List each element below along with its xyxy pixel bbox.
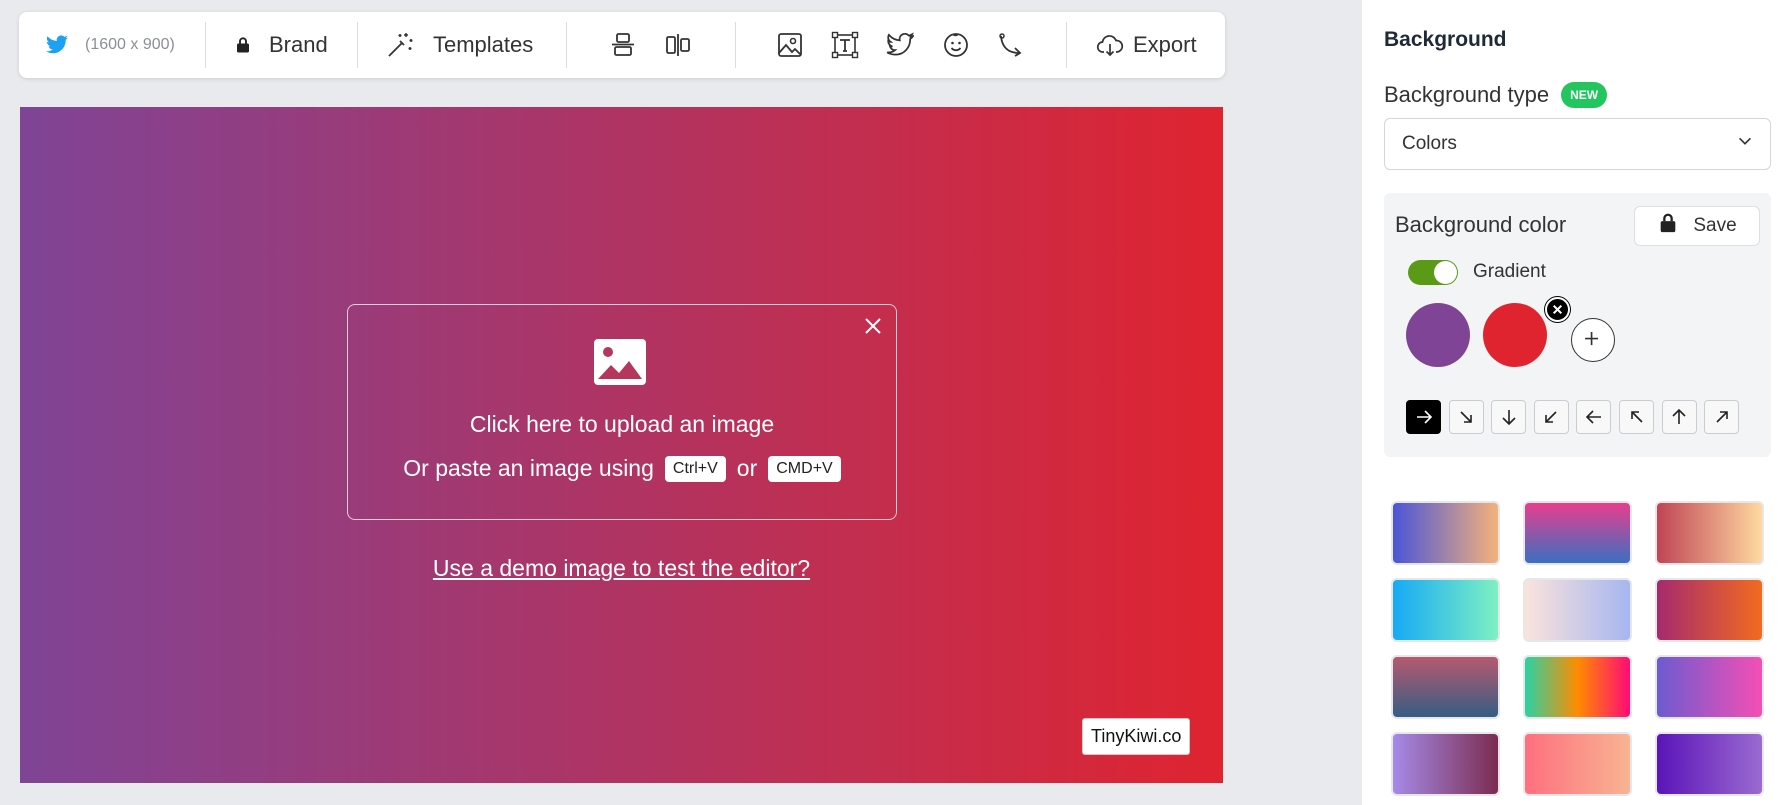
brand-button[interactable]: Brand xyxy=(233,12,328,78)
direction-up-button[interactable] xyxy=(1661,400,1697,434)
gradient-preset[interactable] xyxy=(1523,501,1632,565)
toolbar-divider xyxy=(205,22,206,68)
templates-button[interactable]: Templates xyxy=(383,12,533,78)
gradient-label: Gradient xyxy=(1473,261,1546,282)
or-text: or xyxy=(736,455,758,481)
remove-color-icon[interactable] xyxy=(1545,297,1570,322)
arrow-up-left-icon xyxy=(1630,411,1643,423)
upload-dropzone[interactable]: Click here to upload an image Or paste a… xyxy=(347,304,897,520)
color-swatch[interactable] xyxy=(1483,303,1547,367)
direction-left-button[interactable] xyxy=(1576,400,1612,434)
lock-icon xyxy=(1657,212,1679,240)
gradient-preset[interactable] xyxy=(1391,501,1500,565)
paste-instruction: Or paste an image using Ctrl+V or CMD+V xyxy=(348,455,896,482)
templates-label: Templates xyxy=(433,32,534,57)
background-panel: Background Background type NEW Colors Ba… xyxy=(1362,0,1782,805)
align-horizontal-icon xyxy=(661,28,695,62)
lock-icon xyxy=(233,28,253,62)
image-icon xyxy=(773,28,807,62)
arrow-up-icon xyxy=(1672,408,1686,424)
save-button[interactable]: Save xyxy=(1634,206,1760,246)
arrow-left-icon xyxy=(1585,410,1601,424)
shortcut-ctrl-v: Ctrl+V xyxy=(664,455,726,482)
color-swatch[interactable] xyxy=(1406,303,1470,367)
arrow-down-right-icon xyxy=(1460,411,1472,423)
direction-down-right-button[interactable] xyxy=(1448,400,1484,434)
gradient-preset[interactable] xyxy=(1655,501,1764,565)
close-icon[interactable] xyxy=(860,313,886,339)
new-badge: NEW xyxy=(1561,82,1608,108)
add-color-button[interactable] xyxy=(1571,318,1615,362)
emoji-icon xyxy=(939,28,973,62)
gradient-preset[interactable] xyxy=(1523,655,1632,719)
image-icon xyxy=(594,339,646,385)
arrow-right-icon xyxy=(1416,410,1432,424)
add-arrow-button[interactable] xyxy=(994,12,1028,78)
gradient-preset[interactable] xyxy=(1523,578,1632,642)
gradient-preset[interactable] xyxy=(1391,655,1500,719)
export-label: Export xyxy=(1133,32,1197,57)
background-color-card: Background color Save Gradient xyxy=(1384,193,1771,457)
background-type-select[interactable]: Colors xyxy=(1384,118,1771,170)
text-icon xyxy=(828,28,862,62)
add-text-button[interactable] xyxy=(828,12,862,78)
watermark-badge[interactable]: TinyKiwi.co xyxy=(1082,718,1191,755)
align-horizontal-button[interactable] xyxy=(661,12,695,78)
toolbar: (1600 x 900) Brand Templates Export xyxy=(19,12,1225,78)
size-selector[interactable]: (1600 x 900) xyxy=(43,12,175,78)
save-label: Save xyxy=(1693,215,1737,236)
cloud-download-icon xyxy=(1093,28,1127,62)
gradient-preset[interactable] xyxy=(1391,732,1500,796)
upload-instruction: Click here to upload an image xyxy=(469,411,775,437)
canvas-size-label: (1600 x 900) xyxy=(85,36,175,53)
gradient-preset[interactable] xyxy=(1523,732,1632,796)
arrow-up-right-icon xyxy=(1716,411,1728,423)
brand-label: Brand xyxy=(269,32,328,57)
gradient-preset[interactable] xyxy=(1391,578,1500,642)
chevron-down-icon xyxy=(1736,132,1754,156)
panel-title: Background xyxy=(1384,28,1507,51)
twitter-outline-icon xyxy=(883,28,917,62)
gradient-preset[interactable] xyxy=(1655,578,1764,642)
export-button[interactable]: Export xyxy=(1093,12,1197,78)
arrow-icon xyxy=(994,28,1028,62)
toolbar-divider xyxy=(735,22,736,68)
direction-right-button[interactable] xyxy=(1406,400,1441,434)
background-type-label: Background type xyxy=(1384,82,1550,107)
paste-instruction-text: Or paste an image using xyxy=(403,455,654,481)
add-image-button[interactable] xyxy=(773,12,807,78)
arrow-down-icon xyxy=(1502,410,1516,426)
design-canvas[interactable]: Click here to upload an image Or paste a… xyxy=(20,107,1223,783)
background-type-value: Colors xyxy=(1402,133,1457,154)
toolbar-divider xyxy=(566,22,567,68)
add-tweet-button[interactable] xyxy=(883,12,917,78)
shortcut-cmd-v: CMD+V xyxy=(768,455,841,482)
direction-up-left-button[interactable] xyxy=(1619,400,1654,434)
background-color-label: Background color xyxy=(1395,212,1567,237)
gradient-toggle[interactable] xyxy=(1408,260,1458,285)
twitter-icon xyxy=(43,28,71,62)
align-vertical-icon xyxy=(606,28,640,62)
demo-image-link[interactable]: Use a demo image to test the editor? xyxy=(20,555,1223,582)
magic-wand-icon xyxy=(383,28,417,62)
gradient-preset[interactable] xyxy=(1655,732,1764,796)
direction-down-left-button[interactable] xyxy=(1533,400,1569,434)
add-emoji-button[interactable] xyxy=(939,12,973,78)
gradient-preset[interactable] xyxy=(1655,655,1764,719)
toolbar-divider xyxy=(1066,22,1067,68)
align-vertical-button[interactable] xyxy=(606,12,640,78)
direction-down-button[interactable] xyxy=(1491,400,1527,434)
direction-up-right-button[interactable] xyxy=(1704,400,1740,434)
toolbar-divider xyxy=(357,22,358,68)
background-type-heading: Background type NEW xyxy=(1384,82,1608,108)
arrow-down-left-icon xyxy=(1545,411,1557,423)
toggle-knob xyxy=(1434,261,1457,284)
